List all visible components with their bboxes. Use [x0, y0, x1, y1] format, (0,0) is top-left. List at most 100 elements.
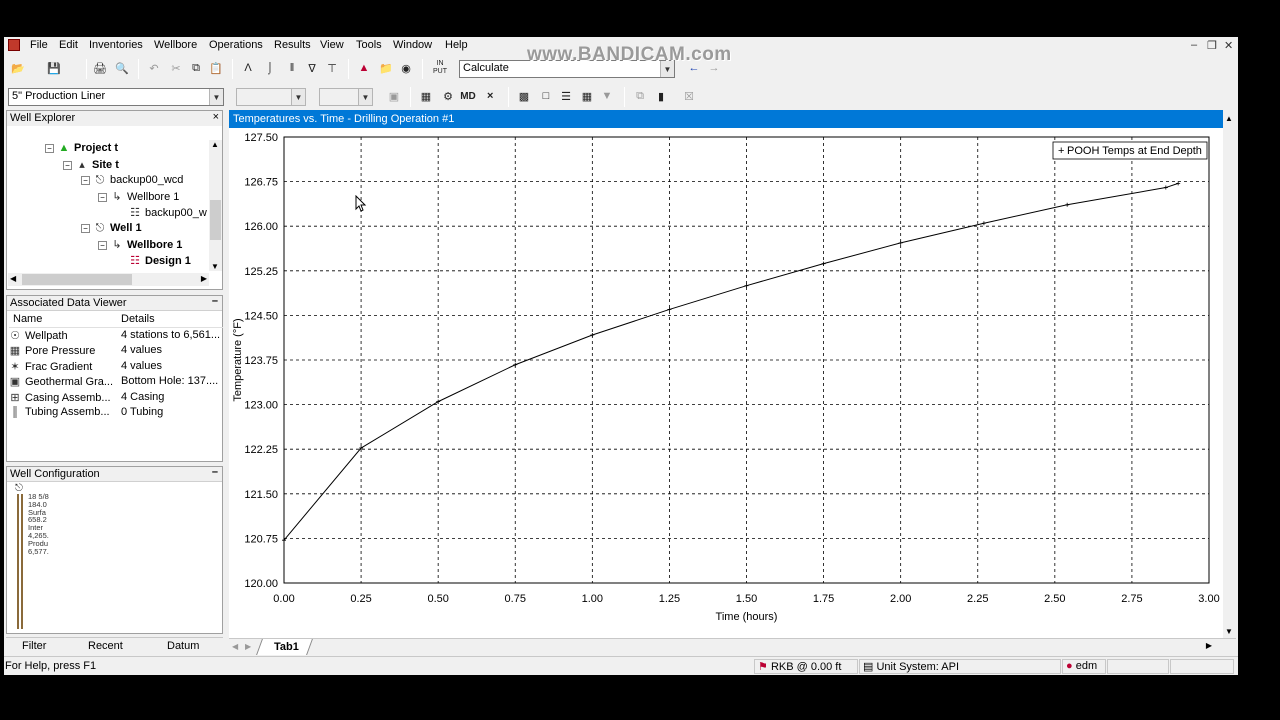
md-toggle-button[interactable]: MD	[458, 86, 478, 106]
scroll-up-icon[interactable]: ▲	[211, 140, 219, 149]
scroll-thumb[interactable]	[210, 200, 221, 240]
x-tick-label: 0.25	[350, 593, 371, 605]
column-header-details[interactable]: Details	[121, 313, 221, 325]
column-header-name[interactable]: Name	[9, 313, 119, 325]
tree-vertical-scrollbar[interactable]: ▲ ▼	[209, 140, 222, 271]
scroll-left-icon[interactable]: ◀	[10, 274, 16, 283]
menu-results[interactable]: Results	[274, 39, 311, 51]
close-icon[interactable]: ✕	[1224, 39, 1233, 52]
tree-node-wellbore-backup[interactable]: − ↳ Wellbore 1	[98, 190, 179, 203]
fluid-tool-icon[interactable]: ⊤	[322, 58, 342, 78]
menu-help[interactable]: Help	[445, 39, 468, 51]
close-chart-icon[interactable]: ☒	[679, 86, 699, 106]
cut-icon[interactable]: ✂	[166, 58, 186, 78]
copy-icon[interactable]: ⧉	[186, 58, 206, 78]
casing-tool-icon[interactable]: ⌡	[260, 58, 280, 78]
tab-sheet-1[interactable]: Tab1	[256, 639, 313, 655]
adv-row-2[interactable]: ▦ Pore Pressure 4 values	[9, 344, 223, 359]
collapse-icon[interactable]: −	[63, 160, 72, 170]
tab-scroll-right-icon[interactable]: ▶	[245, 642, 251, 651]
print-icon[interactable]: 🖨	[90, 58, 110, 78]
tree-node-wellbore-1[interactable]: − ↳ Wellbore 1	[98, 238, 182, 251]
scroll-right-icon[interactable]: ▶	[1206, 641, 1212, 650]
open-case-icon[interactable]: 📁	[376, 58, 396, 78]
bha-tool-icon[interactable]: ∇	[302, 58, 322, 78]
menu-window[interactable]: Window	[393, 39, 432, 51]
open-folder-icon[interactable]: 📂	[8, 58, 28, 78]
copy-chart-icon[interactable]: ⧉	[630, 86, 650, 106]
tab-recent[interactable]: Recent	[88, 640, 123, 652]
restore-icon[interactable]: ❐	[1207, 39, 1217, 52]
scale-toggle-icon[interactable]: ×	[480, 86, 500, 106]
adv-row-5[interactable]: ⊞ Casing Assemb... 4 Casing	[9, 391, 223, 406]
minimize-panel-icon[interactable]: –	[212, 295, 218, 307]
menu-inventories[interactable]: Inventories	[89, 39, 143, 51]
chart-window-titlebar: Temperatures vs. Time - Drilling Operati…	[229, 110, 1223, 128]
analysis-tool-icon[interactable]: ▲	[354, 58, 374, 78]
collapse-icon[interactable]: −	[81, 223, 90, 233]
undo-icon[interactable]: ↶	[144, 58, 164, 78]
close-icon[interactable]: ×	[213, 111, 219, 123]
menu-tools[interactable]: Tools	[356, 39, 382, 51]
secondary-select-1[interactable]: ▼	[236, 88, 306, 106]
filter-icon[interactable]: ▼	[597, 86, 617, 106]
print-preview-icon[interactable]: 🔍	[112, 58, 132, 78]
adv-row-4[interactable]: ▣ Geothermal Gra... Bottom Hole: 137....	[9, 375, 223, 390]
collapse-icon[interactable]: −	[45, 143, 54, 153]
menu-edit[interactable]: Edit	[59, 39, 78, 51]
scroll-thumb[interactable]	[22, 274, 132, 285]
y-tick-label: 126.00	[244, 221, 278, 233]
design-select[interactable]: 5" Production Liner ▼	[8, 88, 224, 106]
scroll-down-icon[interactable]: ▼	[1225, 627, 1233, 636]
gear-icon[interactable]: ⚙	[438, 86, 458, 106]
binoculars-icon[interactable]: ◉	[396, 58, 416, 78]
adv-row-3[interactable]: ✶ Frac Gradient 4 values	[9, 360, 223, 375]
layer-icon[interactable]: ▣	[384, 86, 404, 106]
tab-datum[interactable]: Datum	[167, 640, 199, 652]
menu-file[interactable]: File	[30, 39, 48, 51]
chart-window-title: Temperatures vs. Time - Drilling Operati…	[233, 113, 455, 125]
chart-vertical-scrollbar[interactable]: ▲ ▼	[1223, 110, 1236, 638]
tree-node-site[interactable]: − ▴ Site t	[63, 158, 119, 171]
table-view-icon[interactable]: ▦	[577, 86, 597, 106]
collapse-icon[interactable]: −	[98, 240, 107, 250]
string-tool-icon[interactable]: ‖	[282, 58, 302, 78]
chart-view-icon[interactable]: ▦	[416, 86, 436, 106]
tree-node-design-1[interactable]: ☷ Design 1	[129, 254, 191, 267]
scroll-down-icon[interactable]: ▼	[211, 262, 219, 271]
tree-node-design-backup[interactable]: ☷ backup00_w	[129, 206, 213, 219]
x-tick-label: 1.50	[736, 593, 757, 605]
wellpath-tool-icon[interactable]: Λ	[238, 58, 258, 78]
sheet-horizontal-scrollbar[interactable]: ▶	[334, 641, 1214, 653]
scroll-right-icon[interactable]: ▶	[201, 274, 207, 283]
adv-row-6[interactable]: ║ Tubing Assemb... 0 Tubing	[9, 406, 223, 421]
units-icon: ▤	[863, 661, 874, 673]
minimize-panel-icon[interactable]: –	[212, 466, 218, 478]
paste-icon[interactable]: 📋	[206, 58, 226, 78]
collapse-icon[interactable]: −	[81, 175, 90, 185]
adv-row-1[interactable]: ☉ Wellpath 4 stations to 6,561....	[9, 329, 223, 344]
menu-wellbore[interactable]: Wellbore	[154, 39, 197, 51]
app-icon[interactable]	[8, 39, 20, 51]
export-icon[interactable]: ▮	[651, 86, 671, 106]
associated-data-viewer-panel: Associated Data Viewer – Name Details ☉ W…	[6, 295, 223, 462]
scroll-up-icon[interactable]: ▲	[1225, 114, 1233, 123]
x-tick-label: 1.00	[582, 593, 603, 605]
list-view-icon[interactable]: ☰	[556, 86, 576, 106]
menu-view[interactable]: View	[320, 39, 344, 51]
status-units: ▤ Unit System: API	[859, 659, 1061, 674]
collapse-icon[interactable]: −	[98, 192, 107, 202]
menu-operations[interactable]: Operations	[209, 39, 263, 51]
input-button[interactable]: IN PUT	[430, 58, 450, 78]
tree-node-project[interactable]: − ▲ Project t	[45, 142, 118, 154]
secondary-select-2[interactable]: ▼	[319, 88, 373, 106]
window-view-icon[interactable]: □	[536, 86, 556, 106]
tree-horizontal-scrollbar[interactable]: ◀ ▶	[8, 273, 209, 286]
minimize-icon[interactable]: –	[1191, 39, 1197, 51]
tab-filter[interactable]: Filter	[22, 640, 46, 652]
grid-view-icon[interactable]: ▩	[514, 86, 534, 106]
tab-scroll-left-icon[interactable]: ◀	[232, 642, 238, 651]
tree-node-well-backup[interactable]: − ⎋ backup00_wcd	[81, 174, 183, 187]
tree-node-well-1[interactable]: − ⎋ Well 1	[81, 222, 142, 235]
save-icon[interactable]: 💾	[44, 58, 64, 78]
